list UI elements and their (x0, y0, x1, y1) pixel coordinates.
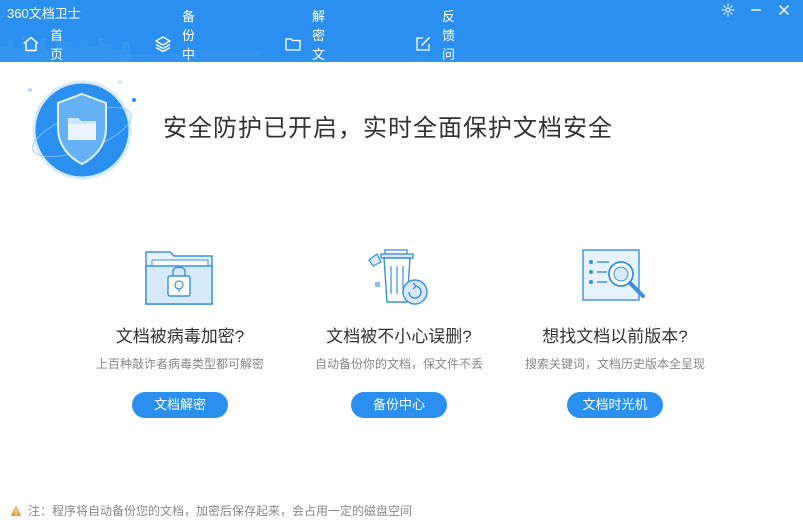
minimize-icon (751, 9, 761, 11)
home-icon (22, 35, 40, 53)
layers-icon (154, 35, 172, 53)
nav-item-label: 备份中心 (182, 9, 196, 62)
feature-card-decrypt: 文档被病毒加密? 上百种敲诈者病毒类型都可解密 文档解密 (70, 242, 290, 418)
backup-center-button[interactable]: 备份中心 (351, 392, 447, 418)
locked-folder-icon (145, 251, 213, 305)
close-button[interactable] (773, 0, 795, 20)
nav-item-label: 首 页 (50, 28, 77, 62)
close-icon (779, 5, 789, 15)
app-title: 360文档卫士 (7, 6, 81, 21)
card-title: 文档被病毒加密? (115, 327, 245, 346)
time-machine-button[interactable]: 文档时光机 (567, 392, 663, 418)
footer-note-text: 注：程序将自动备份您的文档，加密后保存起来，会占用一定的磁盘空间 (28, 504, 413, 518)
minimize-button[interactable] (745, 0, 767, 20)
card-description: 搜索关键词，文档历史版本全呈现 (524, 357, 705, 371)
folder-icon (284, 35, 302, 53)
nav-item-backup[interactable]: 备份中心 (154, 9, 195, 62)
card-title: 文档被不小心误删? (326, 327, 472, 346)
nav-item-feedback[interactable]: 反馈问题 (414, 9, 455, 62)
protection-status-text: 安全防护已开启，实时全面保护文档安全 (163, 115, 613, 142)
search-document-icon (582, 249, 645, 301)
gear-icon (721, 3, 735, 17)
edit-icon (414, 35, 432, 53)
card-title: 想找文档以前版本? (542, 327, 688, 346)
shield-folder-icon (28, 80, 136, 180)
nav-item-label: 解密文档 (312, 9, 326, 62)
nav-item-home[interactable]: 首 页 (22, 28, 76, 62)
nav-item-label: 反馈问题 (442, 9, 456, 62)
warning-icon (10, 505, 22, 516)
app-window: 360文档卫士 首 页 备份中 解密文 反馈问 安全防护已开启，实时全面保护文档… (0, 0, 803, 525)
window-controls (717, 0, 795, 20)
settings-button[interactable] (717, 0, 739, 20)
trash-restore-icon (368, 249, 428, 305)
header-bar: 360文档卫士 首 页 备份中 解密文 反馈问 (0, 0, 803, 62)
footer-note: 注：程序将自动备份您的文档，加密后保存起来，会占用一定的磁盘空间 (10, 502, 412, 519)
feature-card-history: 想找文档以前版本? 搜索关键词，文档历史版本全呈现 文档时光机 (505, 242, 725, 418)
header-skyline-decoration (0, 34, 803, 62)
card-description: 自动备份你的文档，保文件不丢 (314, 357, 483, 371)
decrypt-button[interactable]: 文档解密 (132, 392, 228, 418)
card-description: 上百种敲诈者病毒类型都可解密 (95, 357, 264, 371)
feature-card-backup: 文档被不小心误删? 自动备份你的文档，保文件不丢 备份中心 (289, 242, 509, 418)
nav-item-decrypt[interactable]: 解密文档 (284, 9, 325, 62)
